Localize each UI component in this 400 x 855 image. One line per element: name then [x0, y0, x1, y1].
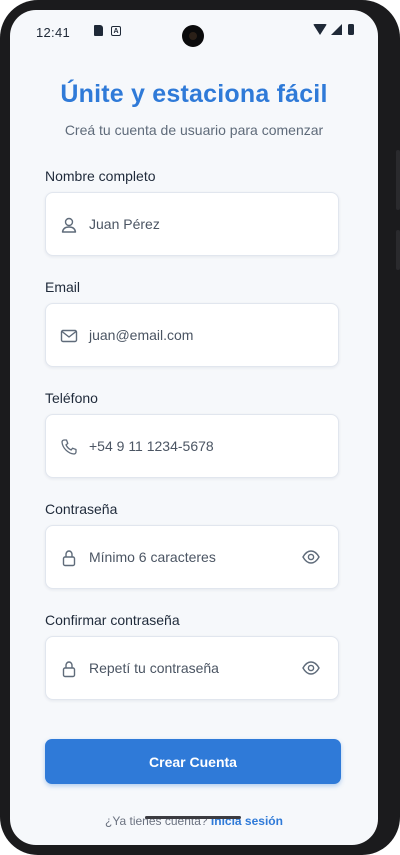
camera-cutout [182, 25, 204, 47]
full-name-value: Juan Pérez [89, 216, 160, 232]
volume-button [396, 150, 400, 210]
password-field[interactable]: Mínimo 6 caracteres [45, 525, 339, 589]
confirm-password-label: Confirmar contraseña [45, 612, 180, 628]
password-placeholder: Mínimo 6 caracteres [89, 549, 216, 565]
battery-icon [348, 24, 354, 35]
mail-icon [60, 329, 78, 343]
status-bar: 12:41 A [10, 10, 378, 54]
font-a-icon: A [111, 25, 121, 36]
home-indicator[interactable] [145, 816, 241, 819]
wifi-icon [313, 24, 327, 35]
password-label: Contraseña [45, 501, 118, 517]
status-notification-icons: A [82, 25, 121, 36]
confirm-password-placeholder: Repetí tu contraseña [89, 660, 219, 676]
phone-frame: 12:41 A Únite y estaciona fácil Creá tu … [0, 0, 400, 855]
create-account-button[interactable]: Crear Cuenta [45, 739, 341, 784]
page-title: Únite y estaciona fácil [60, 80, 328, 108]
app-screen: 12:41 A Únite y estaciona fácil Creá tu … [10, 10, 378, 845]
power-button [396, 230, 400, 270]
lock-icon [62, 550, 76, 567]
status-system-icons [313, 24, 354, 35]
full-name-field[interactable]: Juan Pérez [45, 192, 339, 256]
phone-value: +54 9 11 1234-5678 [89, 438, 214, 454]
phone-field[interactable]: +54 9 11 1234-5678 [45, 414, 339, 478]
confirm-password-field[interactable]: Repetí tu contraseña [45, 636, 339, 700]
full-name-label: Nombre completo [45, 168, 156, 184]
page-subtitle: Creá tu cuenta de usuario para comenzar [64, 122, 324, 138]
email-field[interactable]: juan@email.com [45, 303, 339, 367]
eye-icon[interactable] [302, 661, 320, 675]
email-label: Email [45, 279, 81, 295]
eye-icon[interactable] [302, 550, 320, 564]
status-time: 12:41 [36, 25, 71, 40]
lock-icon [62, 661, 76, 678]
email-value: juan@email.com [89, 327, 194, 343]
user-icon [61, 217, 77, 233]
sd-card-icon [94, 25, 103, 36]
phone-label: Teléfono [45, 390, 98, 406]
signal-icon [331, 24, 342, 35]
phone-icon [61, 439, 77, 455]
